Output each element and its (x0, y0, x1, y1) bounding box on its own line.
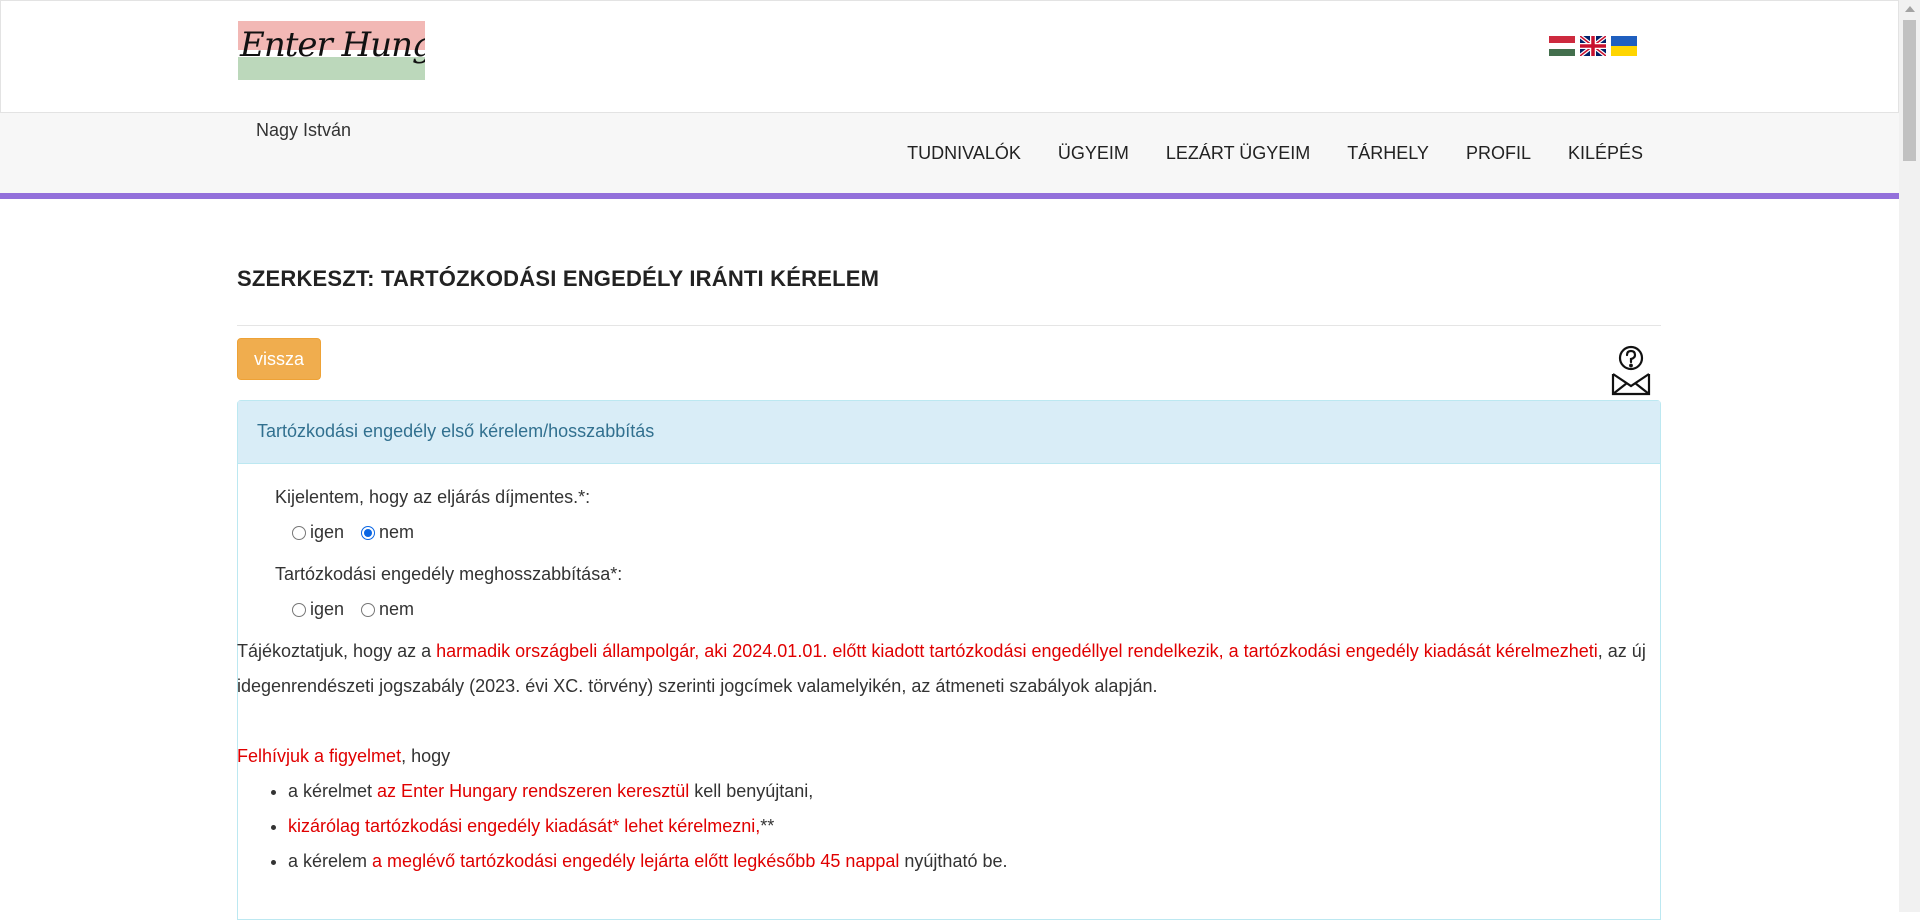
fee-exempt-igen-label: igen (310, 522, 345, 542)
main-navbar: Nagy István TUDNIVALÓK ÜGYEIM LEZÁRT ÜGY… (0, 113, 1899, 199)
extension-radio-group: igen nem (292, 599, 431, 620)
attention-paragraph: Felhívjuk a figyelmet, hogy (237, 739, 1661, 774)
bullet-highlight: kizárólag tartózkodási engedély kiadását… (288, 816, 761, 836)
extension-nem-radio[interactable] (361, 602, 376, 617)
bullet-highlight: az Enter Hungary rendszeren keresztül (377, 781, 690, 801)
info-text-a: Tájékoztatjuk, hogy az a (237, 641, 437, 661)
bullet-text: ** (760, 816, 775, 836)
logged-in-user-name: Nagy István (256, 120, 352, 140)
fee-exempt-igen-radio[interactable] (292, 525, 306, 540)
title-divider (237, 325, 1661, 326)
bullet-text: a kérelmet (288, 781, 378, 801)
bullet-highlight: a meglévő tartózkodási engedély lejárta … (372, 851, 900, 871)
nav-item-tudnivalok[interactable]: TUDNIVALÓK (889, 143, 1040, 164)
enter-hungary-logo[interactable]: Enter Hungary (238, 21, 425, 80)
attention-bullet-list: a kérelmet az Enter Hungary rendszeren k… (258, 774, 1008, 879)
uk-flag-icon[interactable] (1580, 36, 1606, 56)
hungarian-flag-icon[interactable] (1549, 36, 1575, 56)
nav-item-kilepes[interactable]: KILÉPÉS (1549, 143, 1643, 164)
nav-item-profil[interactable]: PROFIL (1447, 143, 1549, 164)
fee-exempt-radio-group: igen nem (292, 522, 431, 543)
fee-exempt-nem-option[interactable]: nem (361, 522, 414, 543)
fee-exempt-igen-option[interactable]: igen (292, 522, 344, 543)
bullet-text: a kérelem (288, 851, 373, 871)
extension-nem-option[interactable]: nem (361, 599, 414, 620)
help-envelope-icon[interactable] (1610, 344, 1652, 396)
list-item: a kérelem a meglévő tartózkodási engedél… (288, 844, 1008, 879)
nav-menu: TUDNIVALÓK ÜGYEIM LEZÁRT ÜGYEIM TÁRHELY … (889, 143, 1643, 164)
list-item: kizárólag tartózkodási engedély kiadását… (288, 809, 1008, 844)
nav-item-lezart-ugyeim[interactable]: LEZÁRT ÜGYEIM (1147, 143, 1328, 164)
scroll-up-arrow-icon[interactable] (1905, 6, 1915, 12)
question-extension-label: Tartózkodási engedély meghosszabbítása*: (275, 564, 623, 584)
scrollbar-thumb[interactable] (1903, 20, 1916, 161)
vertical-scrollbar[interactable] (1899, 0, 1920, 912)
extension-igen-option[interactable]: igen (292, 599, 344, 620)
page-title: SZERKESZT: TARTÓZKODÁSI ENGEDÉLY IRÁNTI … (237, 266, 880, 291)
fee-exempt-nem-label: nem (379, 522, 415, 542)
list-item: a kérelmet az Enter Hungary rendszeren k… (288, 774, 1008, 809)
nav-item-ugyeim[interactable]: ÜGYEIM (1039, 143, 1147, 164)
top-header: Enter Hungary (0, 0, 1899, 113)
fee-exempt-nem-radio[interactable] (361, 525, 376, 540)
attention-text: , hogy (401, 746, 451, 766)
extension-nem-label: nem (379, 599, 415, 619)
nav-item-tarhely[interactable]: TÁRHELY (1329, 143, 1448, 164)
info-text-highlight: harmadik országbeli állampolgár, aki 202… (436, 641, 1598, 661)
ukrainian-flag-icon[interactable] (1611, 36, 1637, 56)
back-button[interactable]: vissza (237, 338, 322, 380)
logo-text: Enter Hungary (240, 25, 425, 65)
bullet-text: nyújtható be. (899, 851, 1008, 871)
bullet-text: kell benyújtani, (689, 781, 814, 801)
info-paragraph-transition: Tájékoztatjuk, hogy az a harmadik ország… (237, 634, 1661, 704)
panel-heading: Tartózkodási engedély első kérelem/hossz… (238, 401, 1660, 464)
attention-highlight: Felhívjuk a figyelmet (237, 746, 402, 766)
language-flags (1549, 36, 1637, 56)
question-fee-exempt-label: Kijelentem, hogy az eljárás díjmentes.*: (275, 487, 591, 507)
extension-igen-label: igen (310, 599, 345, 619)
extension-igen-radio[interactable] (292, 602, 306, 617)
